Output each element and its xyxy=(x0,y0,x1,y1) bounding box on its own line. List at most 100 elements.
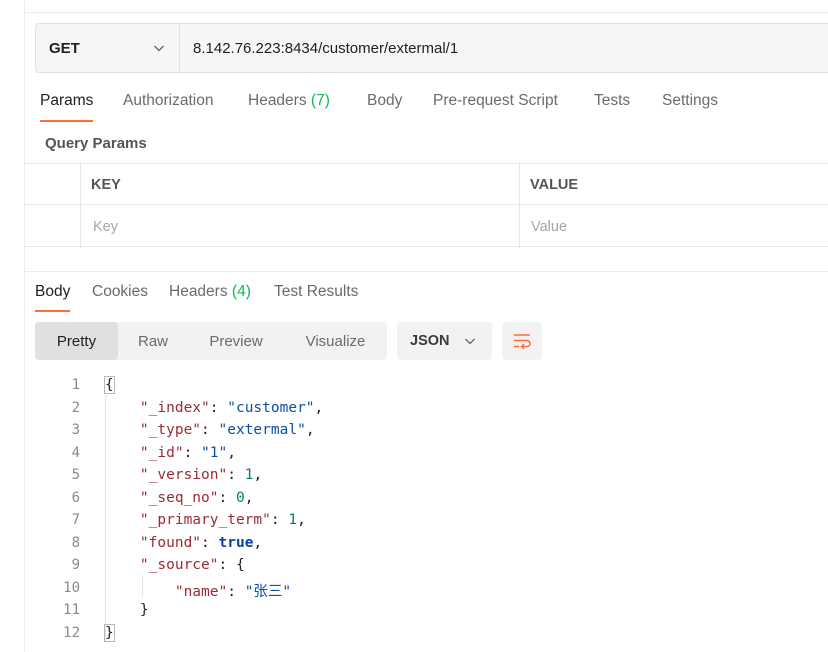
line-number: 9 xyxy=(71,557,80,573)
format-segmented-control: Pretty Raw Preview Visualize xyxy=(35,322,387,360)
url-text: 8.142.76.223:8434/customer/extermal/1 xyxy=(193,39,459,57)
headers-count: (7) xyxy=(310,92,330,109)
visualize-button[interactable]: Visualize xyxy=(284,322,387,360)
tab-params[interactable]: Params xyxy=(40,92,94,122)
url-input[interactable]: 8.142.76.223:8434/customer/extermal/1 xyxy=(180,24,828,72)
column-header-value: VALUE xyxy=(530,176,579,193)
code-token: { xyxy=(235,557,245,573)
code-token: 1 xyxy=(288,512,298,528)
line-number: 3 xyxy=(71,422,80,438)
code-token: , xyxy=(314,400,324,416)
query-params-title: Query Params xyxy=(45,135,147,152)
code-token: , xyxy=(253,467,263,483)
wrap-lines-icon xyxy=(514,334,531,350)
preview-button[interactable]: Preview xyxy=(188,322,284,360)
table-row: Key Value xyxy=(24,206,828,247)
wrap-lines-button[interactable] xyxy=(502,322,542,360)
code-token: "1" xyxy=(201,445,228,461)
code-token: , xyxy=(297,512,306,528)
code-line: } xyxy=(105,602,149,618)
code-token: "_version" xyxy=(139,467,228,483)
code-token: } xyxy=(104,624,115,642)
tab-settings[interactable]: Settings xyxy=(662,92,718,122)
code-line: "_source": { xyxy=(105,557,245,573)
code-token: "张三" xyxy=(244,584,292,600)
code-token: 0 xyxy=(235,490,245,506)
tab-authorization[interactable]: Authorization xyxy=(123,92,213,122)
language-label: JSON xyxy=(410,333,450,349)
language-select[interactable]: JSON xyxy=(397,322,492,360)
line-number: 11 xyxy=(63,602,80,618)
code-token: "_index" xyxy=(139,400,210,416)
code-token: : xyxy=(183,445,202,461)
table-header-row: KEY VALUE xyxy=(24,164,828,205)
code-line: "_primary_term": 1, xyxy=(105,512,306,528)
code-token: , xyxy=(253,535,263,551)
code-token: "_type" xyxy=(139,422,202,438)
line-number: 2 xyxy=(71,400,80,416)
code-token: { xyxy=(104,376,115,394)
code-token: : xyxy=(201,422,219,438)
left-divider xyxy=(24,0,25,652)
code-token: true xyxy=(218,535,254,551)
column-header-key: KEY xyxy=(91,176,121,193)
code-line: "_index": "customer", xyxy=(105,400,323,416)
code-line: "_version": 1, xyxy=(105,467,262,483)
request-url-bar: GET 8.142.76.223:8434/customer/extermal/… xyxy=(35,23,828,73)
param-value-input[interactable]: Value xyxy=(531,206,821,247)
code-line: "name": "张三" xyxy=(105,580,291,601)
line-number: 7 xyxy=(71,512,80,528)
pretty-button[interactable]: Pretty xyxy=(35,322,118,360)
method-label: GET xyxy=(49,39,80,57)
tab-response-body[interactable]: Body xyxy=(35,283,71,313)
raw-button[interactable]: Raw xyxy=(118,322,188,360)
code-line: "_type": "extermal", xyxy=(105,422,315,438)
code-line: "_seq_no": 0, xyxy=(105,490,254,506)
tab-response-headers[interactable]: Headers (4) xyxy=(169,283,251,313)
code-token: , xyxy=(227,445,236,461)
param-key-input[interactable]: Key xyxy=(93,206,513,247)
code-token: "name" xyxy=(174,584,228,600)
tab-tests[interactable]: Tests xyxy=(594,92,630,122)
code-token: : xyxy=(270,512,289,528)
tab-pre-request-script[interactable]: Pre-request Script xyxy=(433,92,558,122)
code-token: } xyxy=(139,602,149,618)
query-params-table: KEY VALUE Key Value xyxy=(24,163,828,248)
tab-test-results[interactable]: Test Results xyxy=(274,283,358,313)
tab-cookies[interactable]: Cookies xyxy=(92,283,148,313)
code-token: "extermal" xyxy=(218,422,306,438)
code-line: } xyxy=(104,624,115,642)
code-token: "_seq_no" xyxy=(139,490,219,506)
code-token: "_source" xyxy=(139,557,219,573)
tab-headers[interactable]: Headers (7) xyxy=(248,92,330,122)
code-token: "customer" xyxy=(227,400,315,416)
code-token: : xyxy=(218,557,236,573)
line-number: 8 xyxy=(71,535,80,551)
code-line: { xyxy=(104,376,115,394)
chevron-down-icon xyxy=(465,338,475,345)
code-line: "found": true, xyxy=(105,535,262,551)
code-token: : xyxy=(227,584,245,600)
line-number: 4 xyxy=(71,445,80,461)
code-token: : xyxy=(209,400,228,416)
code-token: : xyxy=(218,490,236,506)
line-number: 1 xyxy=(71,377,80,393)
code-line: "_id": "1", xyxy=(105,445,236,461)
response-headers-count: (4) xyxy=(231,283,251,300)
line-number: 12 xyxy=(63,625,80,641)
code-token: "_id" xyxy=(139,445,184,461)
code-token: : xyxy=(227,467,245,483)
chevron-down-icon xyxy=(154,45,164,52)
method-select[interactable]: GET xyxy=(36,24,180,72)
tab-body[interactable]: Body xyxy=(367,92,402,122)
line-number: 6 xyxy=(71,490,80,506)
